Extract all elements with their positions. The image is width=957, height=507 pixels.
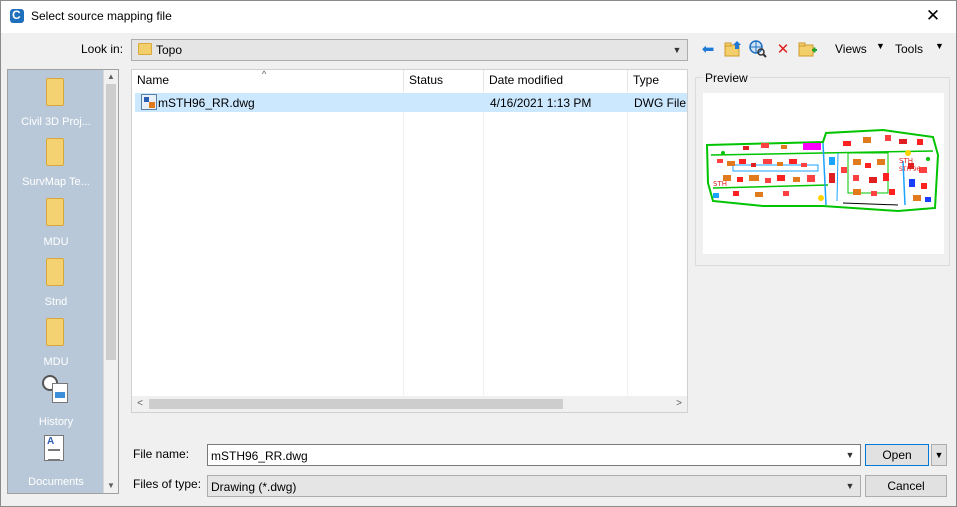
drawing-label-sth-left: STH <box>713 180 727 188</box>
chevron-down-icon: ▼ <box>934 450 944 460</box>
place-history[interactable]: History <box>8 372 104 432</box>
dialog-title: Select source mapping file <box>31 9 172 23</box>
folder-icon <box>46 78 64 106</box>
places-bar: Civil 3D Proj... SurvMap Te... MDU Stnd … <box>7 69 119 494</box>
history-icon <box>42 375 68 403</box>
lookin-value: Topo <box>156 43 183 57</box>
file-type-value: Drawing (*.dwg) <box>211 480 297 494</box>
search-web-icon[interactable] <box>748 39 768 59</box>
column-divider <box>403 91 404 396</box>
file-name-cell: mSTH96_RR.dwg <box>158 96 255 110</box>
scroll-down-icon[interactable]: ▼ <box>104 479 118 493</box>
place-label: Civil 3D Proj... <box>21 116 91 128</box>
views-menu[interactable]: Views <box>835 42 867 56</box>
column-name-header[interactable]: Name ^ <box>132 70 404 91</box>
civil3d-app-icon <box>10 8 24 23</box>
file-type-select[interactable]: Drawing (*.dwg) ▼ <box>207 475 861 497</box>
sort-ascending-icon: ^ <box>262 69 267 79</box>
file-list: Name ^ Status Date modified Type mSTH96_… <box>131 69 688 413</box>
documents-icon <box>44 435 64 461</box>
column-name-label: Name <box>137 73 170 87</box>
search-web-graphic <box>749 40 767 58</box>
new-folder-icon[interactable] <box>798 39 818 59</box>
column-date-header[interactable]: Date modified <box>484 70 628 91</box>
drawing-label-sth96: STH 96 <box>899 166 921 173</box>
preview-image: STH STH STH 96 <box>703 93 944 254</box>
place-survmap[interactable]: SurvMap Te... <box>8 132 104 192</box>
place-label: Documents <box>28 476 84 488</box>
folder-icon <box>46 258 64 286</box>
file-name-input[interactable]: mSTH96_RR.dwg ▼ <box>207 444 861 466</box>
file-row[interactable]: mSTH96_RR.dwg 4/16/2021 1:13 PM DWG File <box>135 93 687 112</box>
lookin-label: Look in: <box>81 42 124 56</box>
document-icon <box>52 383 68 403</box>
up-folder-graphic <box>724 41 741 57</box>
folder-icon <box>46 138 64 166</box>
places-scrollbar[interactable]: ▲ ▼ <box>103 70 118 493</box>
file-name-value: mSTH96_RR.dwg <box>211 449 308 463</box>
views-dropdown-icon[interactable]: ▼ <box>876 41 885 51</box>
places-scroll-thumb[interactable] <box>106 84 116 360</box>
scroll-up-icon[interactable]: ▲ <box>104 70 118 84</box>
new-folder-graphic <box>798 42 817 57</box>
folder-icon <box>46 318 64 346</box>
delete-icon[interactable]: ✕ <box>773 39 793 59</box>
folder-icon <box>46 198 64 226</box>
file-list-hscrollbar[interactable]: < > <box>132 396 687 412</box>
scroll-left-icon[interactable]: < <box>132 396 148 412</box>
file-name-label: File name: <box>133 447 190 461</box>
cancel-button[interactable]: Cancel <box>865 475 947 497</box>
chevron-down-icon[interactable]: ▼ <box>842 476 858 496</box>
hscroll-thumb[interactable] <box>149 399 563 409</box>
close-icon: ✕ <box>925 6 941 26</box>
column-status-header[interactable]: Status <box>404 70 484 91</box>
file-date-cell: 4/16/2021 1:13 PM <box>490 96 592 110</box>
dialog-window: Select source mapping file ✕ Look in: To… <box>0 0 957 507</box>
tools-dropdown-icon[interactable]: ▼ <box>935 41 944 51</box>
place-label: MDU <box>43 236 69 248</box>
scroll-right-icon[interactable]: > <box>671 396 687 412</box>
place-label: MDU <box>43 356 69 368</box>
chevron-down-icon: ▼ <box>672 45 682 55</box>
place-documents[interactable]: Documents <box>8 432 104 492</box>
column-type-header[interactable]: Type <box>628 70 687 91</box>
place-civil3d-projects[interactable]: Civil 3D Proj... <box>8 72 104 132</box>
close-button[interactable]: ✕ <box>910 1 956 32</box>
chevron-down-icon[interactable]: ▼ <box>842 445 858 465</box>
place-stnd[interactable]: Stnd <box>8 252 104 312</box>
column-divider <box>483 91 484 396</box>
place-label: Stnd <box>44 296 68 308</box>
place-mdu[interactable]: MDU <box>8 192 104 252</box>
preview-label: Preview <box>703 71 750 85</box>
back-arrow-icon[interactable]: ⬅ <box>698 39 718 59</box>
place-label: History <box>38 416 74 428</box>
open-options-dropdown[interactable]: ▼ <box>931 444 947 466</box>
dwg-file-icon <box>141 94 157 110</box>
place-label: SurvMap Te... <box>22 176 90 188</box>
column-divider <box>627 91 628 396</box>
file-type-label: Files of type: <box>133 477 202 491</box>
place-mdu-2[interactable]: MDU <box>8 312 104 372</box>
folder-icon <box>138 43 152 55</box>
drawing-preview: STH STH STH 96 <box>705 128 940 213</box>
file-type-cell: DWG File <box>634 96 686 110</box>
lookin-dropdown[interactable]: Topo ▼ <box>131 39 688 61</box>
tools-menu[interactable]: Tools <box>895 42 923 56</box>
open-button[interactable]: Open <box>865 444 929 466</box>
up-folder-icon[interactable] <box>723 39 743 59</box>
drawing-label-sth-right: STH <box>899 157 913 165</box>
title-bar: Select source mapping file ✕ <box>1 1 956 33</box>
